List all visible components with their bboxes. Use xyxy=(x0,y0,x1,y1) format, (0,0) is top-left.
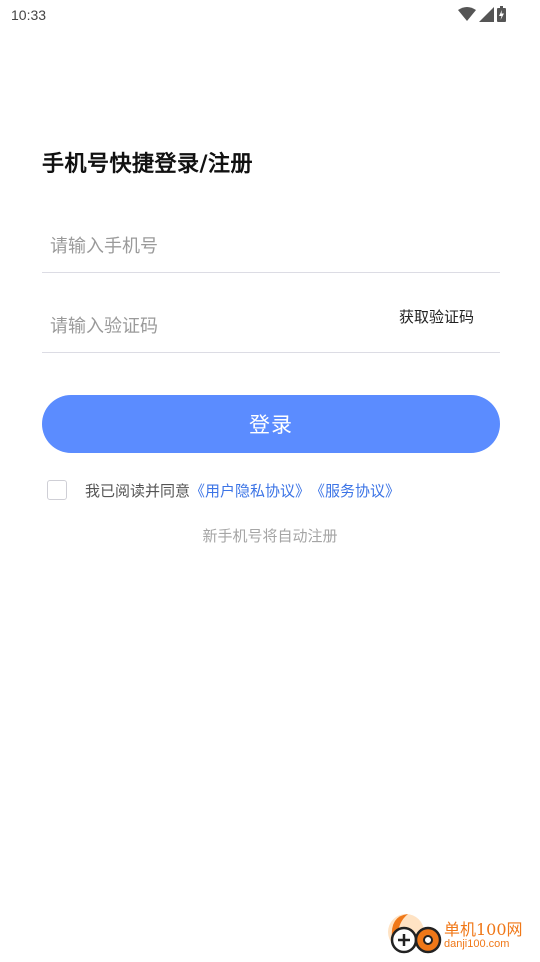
watermark-logo-icon xyxy=(386,908,444,962)
service-agreement-link[interactable]: 《服务协议》 xyxy=(310,480,400,501)
phone-input[interactable] xyxy=(50,228,380,264)
get-code-button[interactable]: 获取验证码 xyxy=(399,306,474,327)
watermark-name: 单机100网 xyxy=(444,920,523,939)
status-bar: 10:33 xyxy=(0,0,540,30)
login-button[interactable]: 登录 xyxy=(42,395,500,453)
battery-icon xyxy=(497,6,506,22)
signal-icon xyxy=(479,6,494,22)
watermark: 单机100网 danji100.com xyxy=(386,908,536,958)
verification-code-input[interactable] xyxy=(50,308,380,344)
agree-checkbox[interactable] xyxy=(47,480,67,500)
phone-field xyxy=(42,220,500,273)
agreement-row: 我已阅读并同意 《用户隐私协议》 《服务协议》 xyxy=(47,479,400,501)
agreement-text: 我已阅读并同意 xyxy=(85,481,191,500)
wifi-icon xyxy=(458,7,476,21)
auto-register-note: 新手机号将自动注册 xyxy=(202,527,338,545)
privacy-policy-link[interactable]: 《用户隐私协议》 xyxy=(190,480,310,501)
page-title: 手机号快捷登录/注册 xyxy=(42,152,254,177)
status-time: 10:33 xyxy=(11,7,47,23)
code-field: 获取验证码 xyxy=(42,300,500,353)
watermark-url: danji100.com xyxy=(444,938,510,950)
status-icons xyxy=(458,6,506,22)
